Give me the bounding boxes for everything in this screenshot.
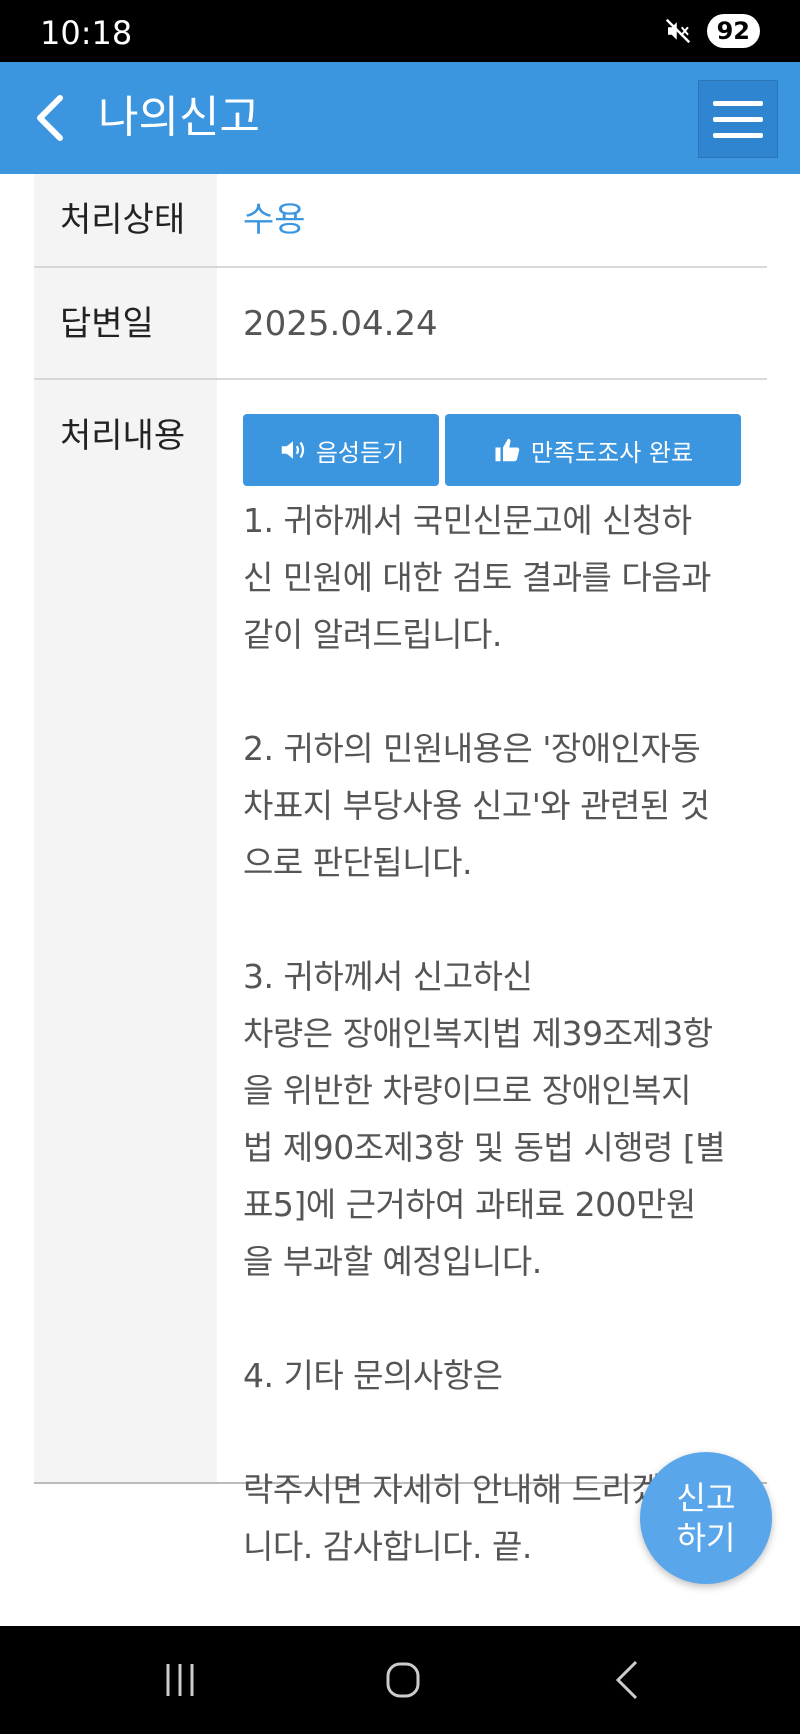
- app-header: 나의신고: [0, 62, 800, 174]
- status-bar: 10:18 92: [0, 0, 800, 62]
- date-row: 답변일 2025.04.24: [34, 268, 767, 380]
- content-value: 음성듣기 만족도조사 완료 1. 귀하께서 국민신문고에 신청하 신 민원에 대…: [217, 380, 767, 1566]
- recent-apps-icon[interactable]: [162, 1660, 198, 1700]
- date-label: 답변일: [34, 268, 217, 378]
- speaker-icon: [281, 441, 304, 459]
- system-nav-bar: [0, 1626, 800, 1734]
- report-fab-label: 신고 하기: [676, 1479, 736, 1557]
- chevron-left-icon[interactable]: [30, 90, 70, 146]
- mute-icon: [665, 18, 690, 44]
- answer-text: 1. 귀하께서 국민신문고에 신청하 신 민원에 대한 검토 결과를 다음과 같…: [243, 501, 726, 1566]
- detail-table: 처리상태 수용 답변일 2025.04.24 처리내용 음성듣기 만족도조사 완…: [34, 174, 767, 1566]
- status-row: 처리상태 수용: [34, 174, 767, 268]
- voice-button[interactable]: 음성듣기: [243, 414, 439, 486]
- content-label: 처리내용: [34, 380, 217, 1482]
- report-fab-button[interactable]: 신고 하기: [640, 1452, 772, 1584]
- back-icon[interactable]: [612, 1658, 642, 1702]
- content-row: 처리내용 음성듣기 만족도조사 완료 1. 귀하께서 국민신문고에 신청하 신 …: [34, 380, 767, 1566]
- hamburger-icon-bar: [713, 132, 763, 138]
- status-time: 10:18: [40, 14, 133, 52]
- thumbs-up-icon: [495, 438, 520, 462]
- voice-button-label: 음성듣기: [315, 438, 405, 467]
- battery-level: 92: [706, 14, 760, 48]
- survey-button-label: 만족도조사 완료: [530, 438, 694, 467]
- content-area[interactable]: 처리상태 수용 답변일 2025.04.24 처리내용 음성듣기 만족도조사 완…: [0, 174, 800, 1626]
- date-value: 2025.04.24: [243, 304, 438, 344]
- survey-button[interactable]: 만족도조사 완료: [445, 414, 741, 486]
- hamburger-icon: [713, 100, 763, 106]
- status-value: 수용: [243, 200, 306, 240]
- home-icon[interactable]: [385, 1660, 421, 1700]
- action-buttons: 음성듣기 만족도조사 완료: [243, 414, 747, 486]
- status-label: 처리상태: [34, 174, 217, 266]
- status-icons: 92: [663, 14, 760, 48]
- menu-button[interactable]: [698, 80, 778, 158]
- hamburger-icon-bar: [713, 116, 763, 122]
- page-title: 나의신고: [98, 92, 260, 143]
